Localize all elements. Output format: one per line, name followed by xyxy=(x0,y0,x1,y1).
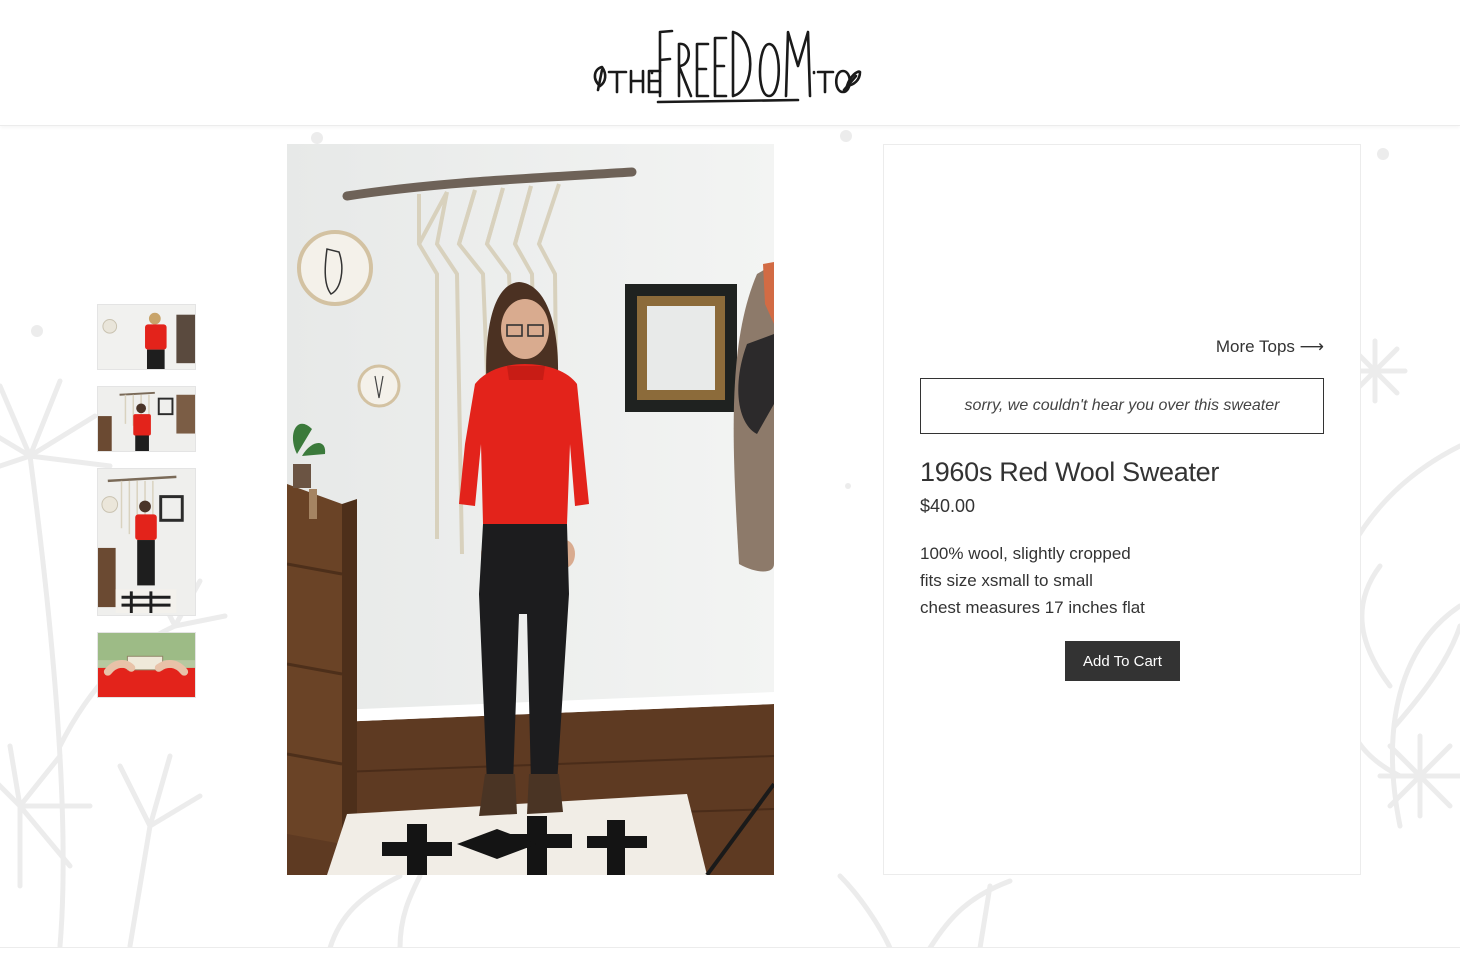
thumbnail-front-closeup[interactable] xyxy=(97,304,196,370)
thumbnail-label-detail[interactable] xyxy=(97,632,196,698)
description-line: 100% wool, slightly cropped xyxy=(920,544,1131,563)
main-product-photo[interactable] xyxy=(287,144,774,875)
add-to-cart-button[interactable]: Add To Cart xyxy=(1065,641,1180,681)
product-price: $40.00 xyxy=(920,496,976,516)
tagline-text: sorry, we couldn't hear you over this sw… xyxy=(964,397,1280,414)
footer-divider xyxy=(0,947,1460,974)
site-logo[interactable] xyxy=(588,24,862,106)
tagline-banner: sorry, we couldn't hear you over this sw… xyxy=(920,378,1324,434)
product-details-panel: More Tops ⟶ sorry, we couldn't hear you … xyxy=(883,144,1361,875)
thumbnail-front-wide[interactable] xyxy=(97,386,196,452)
description-line: fits size xsmall to small xyxy=(920,571,1093,590)
product-description: 100% wool, slightly cropped fits size xs… xyxy=(920,540,1320,621)
description-line: chest measures 17 inches flat xyxy=(920,598,1145,617)
more-tops-link[interactable]: More Tops ⟶ xyxy=(1216,337,1324,357)
site-header xyxy=(0,0,1460,126)
product-title: 1960s Red Wool Sweater xyxy=(920,457,1220,487)
thumbnail-full-length[interactable] xyxy=(97,468,196,616)
